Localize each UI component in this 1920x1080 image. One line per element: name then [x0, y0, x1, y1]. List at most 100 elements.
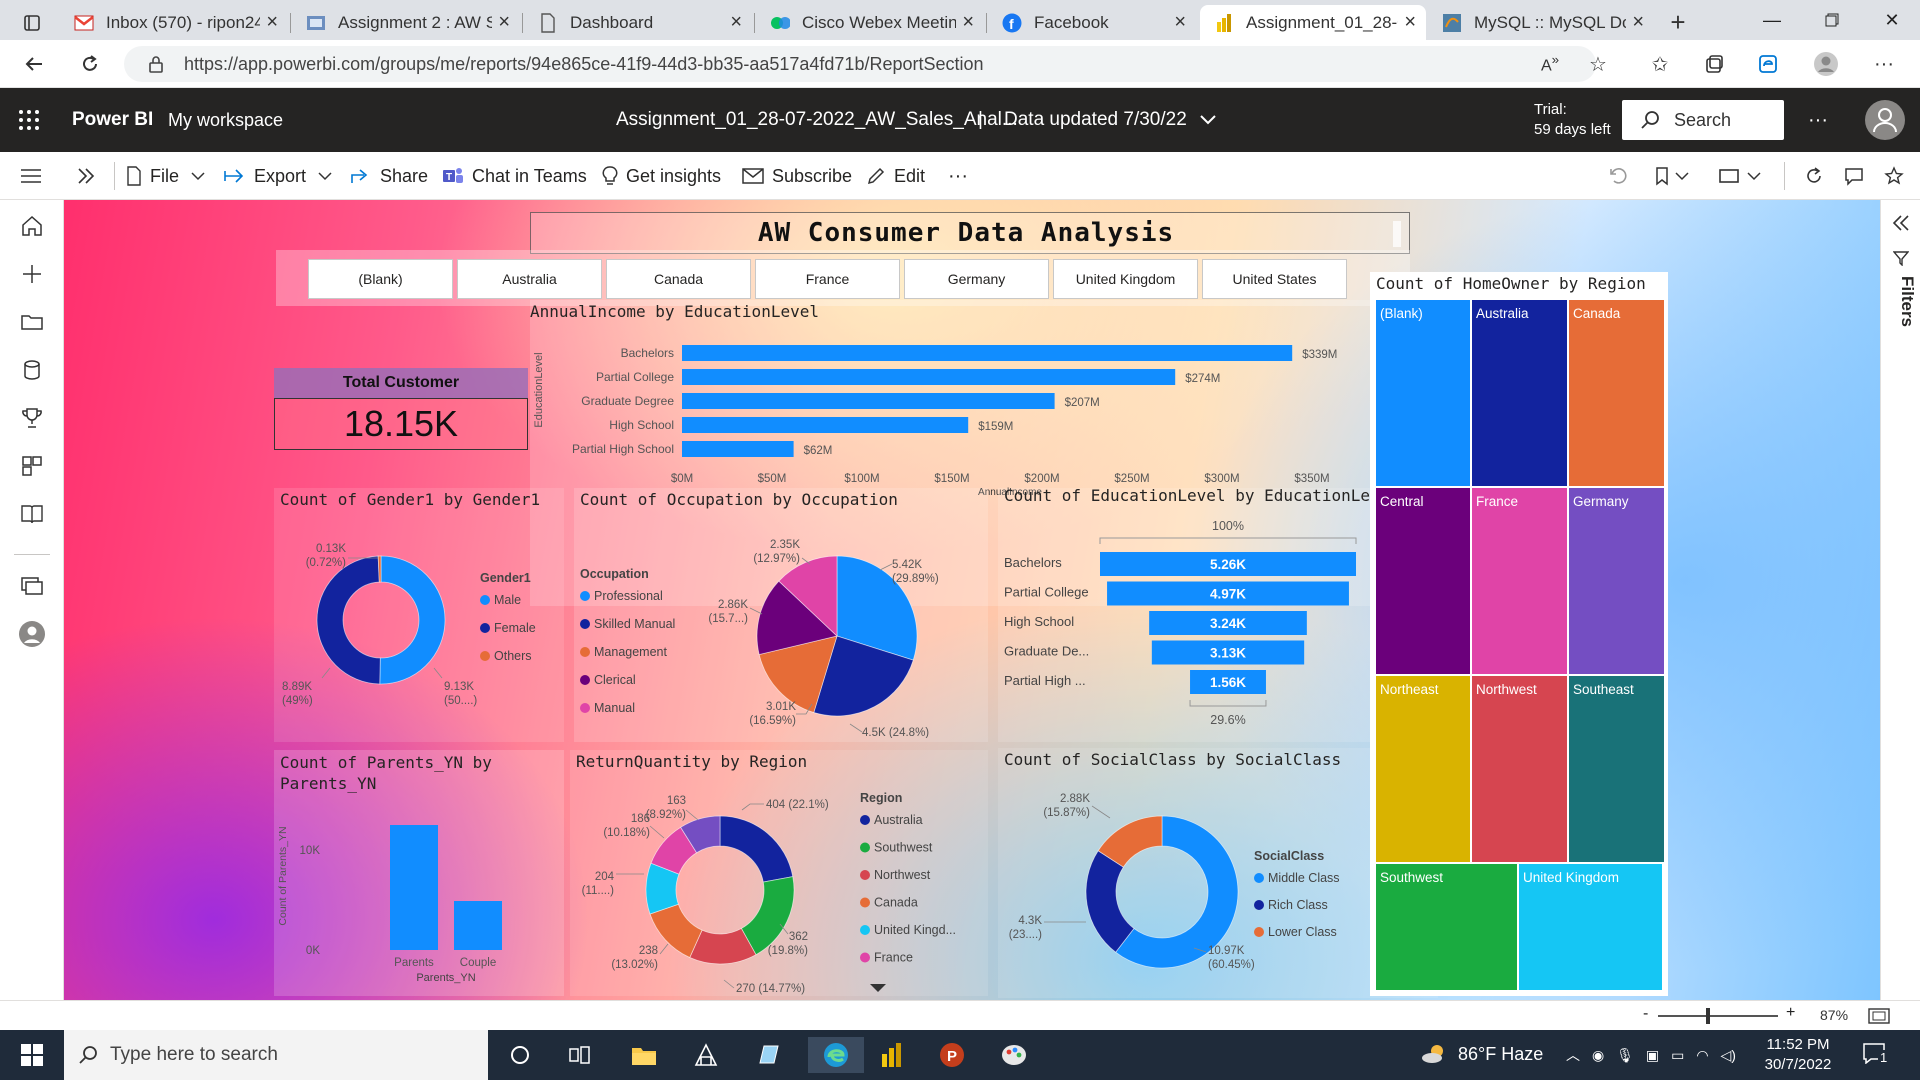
collections-button[interactable] [1698, 48, 1730, 80]
browser-tab-powerbi-active[interactable]: Assignment_01_28-07... × [1200, 5, 1426, 40]
slicer-button-france[interactable]: France [755, 259, 900, 299]
favorite-button[interactable] [1884, 152, 1912, 200]
header-more-button[interactable]: ··· [1808, 88, 1828, 152]
treemap-cell[interactable]: Northeast [1376, 676, 1470, 862]
favorites-button[interactable]: ✩ [1644, 48, 1676, 80]
learn-book-icon[interactable] [20, 502, 44, 526]
search-input[interactable]: Search [1622, 100, 1784, 140]
workspace-link[interactable]: My workspace [168, 88, 283, 152]
create-icon[interactable] [20, 262, 44, 286]
navigation-menu-button[interactable] [20, 152, 50, 200]
slicer-button-blank[interactable]: (Blank) [308, 259, 453, 299]
url-input[interactable]: https://app.powerbi.com/groups/me/report… [124, 46, 1596, 82]
slicer-button-united-states[interactable]: United States [1202, 259, 1347, 299]
browser-tab-assignment-2[interactable]: Assignment 2 : AW Sa...× [292, 5, 520, 40]
fit-to-page-icon[interactable] [1868, 1008, 1890, 1024]
brand-link[interactable]: Power BI [72, 88, 153, 152]
volume-icon[interactable]: ◁) [1721, 1047, 1736, 1064]
weather-widget[interactable]: 86°F Haze [1420, 1042, 1543, 1066]
treemap-cell[interactable]: (Blank) [1376, 300, 1470, 486]
browse-icon[interactable] [20, 310, 44, 334]
tab-actions-button[interactable] [8, 5, 52, 40]
read-aloud-button[interactable]: A» [1534, 48, 1566, 80]
browser-tab-webex[interactable]: Cisco Webex Meeting...× [756, 5, 984, 40]
browser-tab-mysql[interactable]: MySQL :: MySQL Dow... × [1428, 5, 1654, 40]
slicer-button-germany[interactable]: Germany [904, 259, 1049, 299]
browser-tab-facebook[interactable]: f Facebook × [988, 5, 1196, 40]
back-button[interactable] [18, 48, 50, 80]
double-chevron-left-icon[interactable] [1891, 214, 1911, 232]
close-window-button[interactable]: ✕ [1862, 0, 1920, 40]
taskbar-search-input[interactable]: Type here to search [64, 1030, 488, 1080]
report-name[interactable]: Assignment_01_28-07-2022_AW_Sales_Anal..… [616, 88, 1018, 152]
treemap-cell[interactable]: Germany [1569, 488, 1664, 674]
data-updated-dropdown[interactable]: Data updated 7/30/22 [1004, 88, 1217, 152]
minimize-button[interactable]: — [1742, 0, 1802, 40]
treemap-cell[interactable]: Northwest [1472, 676, 1567, 862]
microphone-icon[interactable]: 🎙 [1616, 1047, 1634, 1064]
profile-button[interactable] [1810, 48, 1842, 80]
notification-center-button[interactable]: 1 [1860, 1042, 1896, 1068]
chevron-up-icon[interactable]: ︿ [1566, 1045, 1580, 1065]
browser-tab-dashboard[interactable]: Dashboard × [524, 5, 752, 40]
expand-pages-button[interactable] [76, 152, 104, 200]
subscribe-button[interactable]: Subscribe [742, 152, 852, 200]
account-avatar[interactable] [1865, 100, 1905, 140]
my-workspace-icon[interactable] [18, 620, 46, 648]
close-tab-icon[interactable]: × [962, 11, 974, 34]
comments-button[interactable] [1844, 152, 1872, 200]
paint-taskbar-icon[interactable] [994, 1037, 1034, 1073]
edge-extension-button[interactable] [1752, 48, 1784, 80]
task-view-icon[interactable] [560, 1037, 600, 1073]
edge-taskbar-icon[interactable] [808, 1037, 864, 1073]
view-menu-button[interactable] [1718, 152, 1770, 200]
task-view-button[interactable] [500, 1037, 540, 1073]
close-tab-icon[interactable]: × [498, 11, 510, 34]
slicer-button-united-kingdom[interactable]: United Kingdom [1053, 259, 1198, 299]
edit-button[interactable]: Edit [866, 152, 925, 200]
bookmark-button[interactable] [1654, 152, 1698, 200]
browser-tab-gmail[interactable]: Inbox (570) - ripon24...× [60, 5, 288, 40]
treemap-cell[interactable]: United Kingdom [1519, 864, 1662, 990]
reset-button[interactable] [1608, 152, 1636, 200]
close-tab-icon[interactable]: × [266, 11, 278, 34]
goals-trophy-icon[interactable] [20, 406, 44, 430]
notepad-app-icon[interactable] [748, 1037, 788, 1073]
home-icon[interactable] [20, 214, 44, 238]
treemap-cell[interactable]: France [1472, 488, 1567, 674]
start-button[interactable] [12, 1037, 52, 1073]
store-app-icon[interactable] [686, 1037, 726, 1073]
file-menu-button[interactable]: File [126, 152, 213, 200]
close-tab-icon[interactable]: × [1404, 11, 1416, 34]
display-icon[interactable]: ▣ [1646, 1047, 1659, 1064]
powerbi-taskbar-icon[interactable] [872, 1037, 912, 1073]
title-scrollbar[interactable] [1393, 221, 1401, 247]
treemap-cell[interactable]: Southwest [1376, 864, 1517, 990]
browser-menu-button[interactable]: ··· [1868, 48, 1900, 80]
new-tab-button[interactable]: + [1660, 5, 1696, 40]
close-tab-icon[interactable]: × [1174, 11, 1186, 34]
slicer-button-canada[interactable]: Canada [606, 259, 751, 299]
apps-icon[interactable] [20, 454, 44, 478]
toolbar-more-button[interactable]: ··· [948, 152, 968, 200]
treemap-cell[interactable]: Central [1376, 488, 1470, 674]
powerpoint-taskbar-icon[interactable]: P [932, 1037, 972, 1073]
close-tab-icon[interactable]: × [730, 11, 742, 34]
file-explorer-icon[interactable] [624, 1037, 664, 1073]
treemap-cell[interactable]: Southeast [1569, 676, 1664, 862]
data-hub-icon[interactable] [20, 358, 44, 382]
get-insights-button[interactable]: Get insights [602, 152, 721, 200]
clock[interactable]: 11:52 PM 30/7/2022 [1756, 1035, 1840, 1075]
battery-icon[interactable]: ▭ [1671, 1047, 1684, 1064]
chat-in-teams-button[interactable]: T Chat in Teams [442, 152, 587, 200]
meet-now-icon[interactable]: ◉ [1592, 1047, 1604, 1064]
refresh-button[interactable] [74, 48, 106, 80]
app-launcher-button[interactable] [18, 88, 40, 152]
zoom-out-button[interactable]: - [1643, 1005, 1648, 1023]
add-favorite-button[interactable]: ☆ [1582, 48, 1614, 80]
filters-pane-collapsed[interactable]: Filters [1880, 200, 1920, 1000]
zoom-slider[interactable] [1658, 1015, 1778, 1017]
treemap-cell[interactable]: Canada [1569, 300, 1664, 486]
report-title-box[interactable]: AW Consumer Data Analysis [530, 212, 1410, 254]
close-tab-icon[interactable]: × [1632, 11, 1644, 34]
